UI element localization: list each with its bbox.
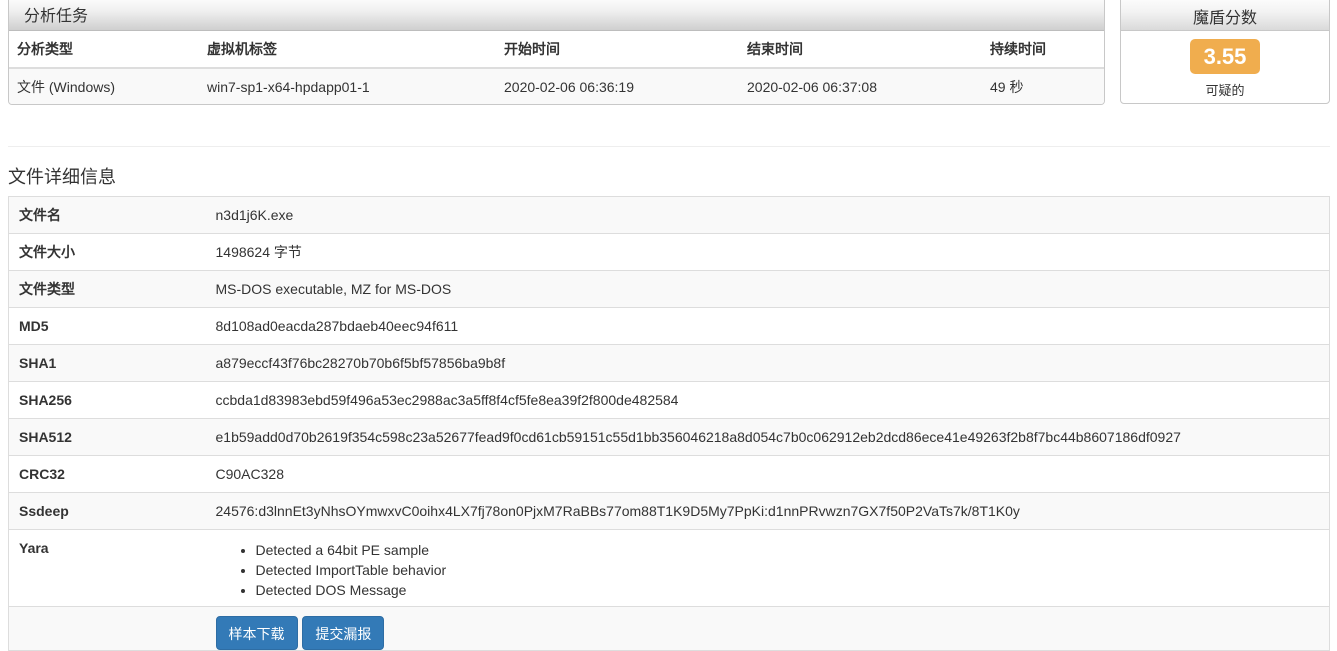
analysis-task-row: 文件 (Windows) win7-sp1-x64-hpdapp01-1 202…	[9, 68, 1104, 104]
analysis-task-title: 分析任务	[9, 0, 1104, 31]
analysis-task-table: 分析类型 虚拟机标签 开始时间 结束时间 持续时间 文件 (Windows) w…	[9, 31, 1104, 104]
report-false-negative-button[interactable]: 提交漏报	[302, 616, 385, 650]
detail-key: SHA512	[8, 418, 206, 456]
score-verdict: 可疑的	[1205, 83, 1245, 98]
analysis-task-panel: 分析任务 分析类型 虚拟机标签 开始时间 结束时间 持续时间 文件 (Windo…	[8, 0, 1105, 105]
detail-row-sha512: SHA512 e1b59add0d70b2619f354c598c23a5267…	[8, 418, 1330, 456]
yara-item: Detected DOS Message	[256, 580, 1320, 600]
cell-end-time: 2020-02-06 06:37:08	[739, 68, 982, 104]
detail-value: ccbda1d83983ebd59f496a53ec2988ac3a5ff8f4…	[205, 381, 1330, 419]
cell-start-time: 2020-02-06 06:36:19	[496, 68, 739, 104]
header-vm-label: 虚拟机标签	[199, 31, 496, 69]
cell-analysis-type: 文件 (Windows)	[9, 68, 199, 104]
detail-key: 文件类型	[8, 270, 206, 308]
detail-key: SHA256	[8, 381, 206, 419]
detail-key: Yara	[8, 529, 206, 607]
detail-value: 8d108ad0eacda287bdaeb40eec94f611	[205, 307, 1330, 345]
yara-item: Detected a 64bit PE sample	[256, 540, 1320, 560]
header-duration: 持续时间	[982, 31, 1104, 69]
yara-list: Detected a 64bit PE sample Detected Impo…	[216, 540, 1320, 600]
cell-duration: 49 秒	[982, 68, 1104, 104]
file-details-title: 文件详细信息	[8, 167, 116, 187]
action-buttons-row: 样本下载 提交漏报	[8, 606, 1330, 651]
detail-key: SHA1	[8, 344, 206, 382]
analysis-task-header-row: 分析类型 虚拟机标签 开始时间 结束时间 持续时间	[9, 31, 1104, 69]
detail-row-filesize: 文件大小 1498624 字节	[8, 233, 1330, 271]
detail-row-yara: Yara Detected a 64bit PE sample Detected…	[8, 529, 1330, 607]
cell-vm-label: win7-sp1-x64-hpdapp01-1	[199, 68, 496, 104]
detail-row-ssdeep: Ssdeep 24576:d3lnnEt3yNhsOYmwxvC0oihx4LX…	[8, 492, 1330, 530]
detail-row-filename: 文件名 n3d1j6K.exe	[8, 196, 1330, 234]
score-badge: 3.55	[1190, 39, 1260, 74]
section-divider	[8, 146, 1330, 147]
file-details-table: 文件名 n3d1j6K.exe 文件大小 1498624 字节 文件类型 MS-…	[8, 196, 1330, 651]
action-buttons-spacer	[8, 606, 206, 651]
detail-value: e1b59add0d70b2619f354c598c23a52677fead9f…	[205, 418, 1330, 456]
detail-key: 文件名	[8, 196, 206, 234]
detail-row-filetype: 文件类型 MS-DOS executable, MZ for MS-DOS	[8, 270, 1330, 308]
detail-value: 24576:d3lnnEt3yNhsOYmwxvC0oihx4LX7fj78on…	[205, 492, 1330, 530]
action-buttons: 样本下载 提交漏报	[205, 606, 1330, 651]
detail-key: CRC32	[8, 455, 206, 493]
download-sample-button[interactable]: 样本下载	[215, 616, 298, 650]
detail-row-sha256: SHA256 ccbda1d83983ebd59f496a53ec2988ac3…	[8, 381, 1330, 419]
detail-row-crc32: CRC32 C90AC328	[8, 455, 1330, 493]
detail-key: MD5	[8, 307, 206, 345]
detail-value: 1498624 字节	[205, 233, 1330, 271]
header-analysis-type: 分析类型	[9, 31, 199, 69]
detail-row-md5: MD5 8d108ad0eacda287bdaeb40eec94f611	[8, 307, 1330, 345]
score-panel: 魔盾分数 3.55 可疑的	[1120, 0, 1330, 104]
detail-key: Ssdeep	[8, 492, 206, 530]
yara-item: Detected ImportTable behavior	[256, 560, 1320, 580]
yara-matches: Detected a 64bit PE sample Detected Impo…	[205, 529, 1330, 607]
score-title: 魔盾分数	[1121, 0, 1329, 31]
detail-value: MS-DOS executable, MZ for MS-DOS	[205, 270, 1330, 308]
detail-row-sha1: SHA1 a879eccf43f76bc28270b70b6f5bf57856b…	[8, 344, 1330, 382]
header-end-time: 结束时间	[739, 31, 982, 69]
detail-value: n3d1j6K.exe	[205, 196, 1330, 234]
detail-value: a879eccf43f76bc28270b70b6f5bf57856ba9b8f	[205, 344, 1330, 382]
detail-key: 文件大小	[8, 233, 206, 271]
header-start-time: 开始时间	[496, 31, 739, 69]
detail-value: C90AC328	[205, 455, 1330, 493]
